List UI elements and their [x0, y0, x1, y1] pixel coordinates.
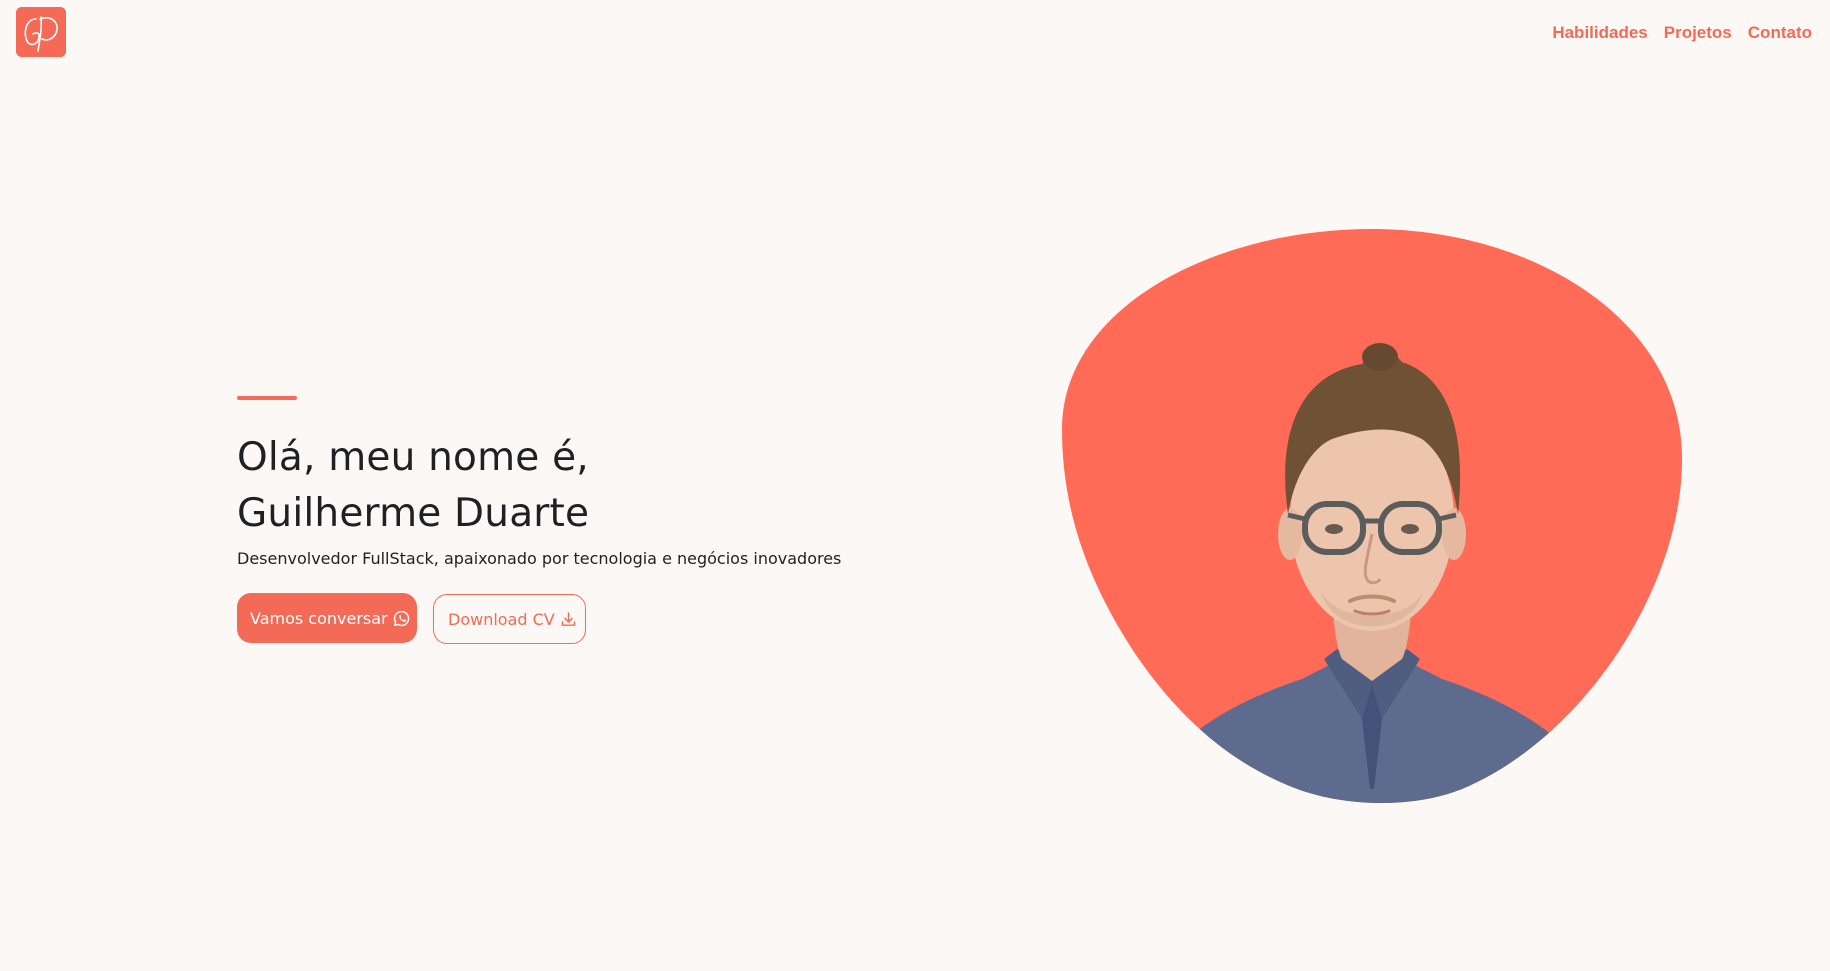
- nav-link-contato[interactable]: Contato: [1748, 23, 1812, 43]
- hero-title-name: Guilherme Duarte: [237, 491, 590, 536]
- contact-whatsapp-button[interactable]: Vamos conversar: [237, 593, 417, 643]
- hero-title-greeting: Olá, meu nome é,: [237, 435, 589, 480]
- main-nav: Habilidades Projetos Contato: [1552, 23, 1812, 43]
- site-logo[interactable]: [16, 7, 66, 57]
- nav-link-projetos[interactable]: Projetos: [1664, 23, 1732, 43]
- contact-button-label: Vamos conversar: [250, 608, 388, 628]
- accent-divider: [237, 396, 297, 400]
- logo-monogram-icon: [16, 7, 66, 57]
- nav-link-habilidades[interactable]: Habilidades: [1552, 23, 1647, 43]
- page: Habilidades Projetos Contato Olá, meu no…: [0, 0, 1830, 971]
- profile-portrait: [1062, 229, 1682, 805]
- portrait-illustration: [1062, 229, 1682, 804]
- download-cv-label: Download CV: [448, 609, 555, 629]
- download-cv-button[interactable]: Download CV: [433, 594, 586, 644]
- hero-title: Olá, meu nome é, Guilherme Duarte: [237, 430, 589, 542]
- whatsapp-icon: [393, 610, 410, 627]
- hero-subtitle: Desenvolvedor FullStack, apaixonado por …: [237, 549, 842, 568]
- download-icon: [560, 611, 577, 628]
